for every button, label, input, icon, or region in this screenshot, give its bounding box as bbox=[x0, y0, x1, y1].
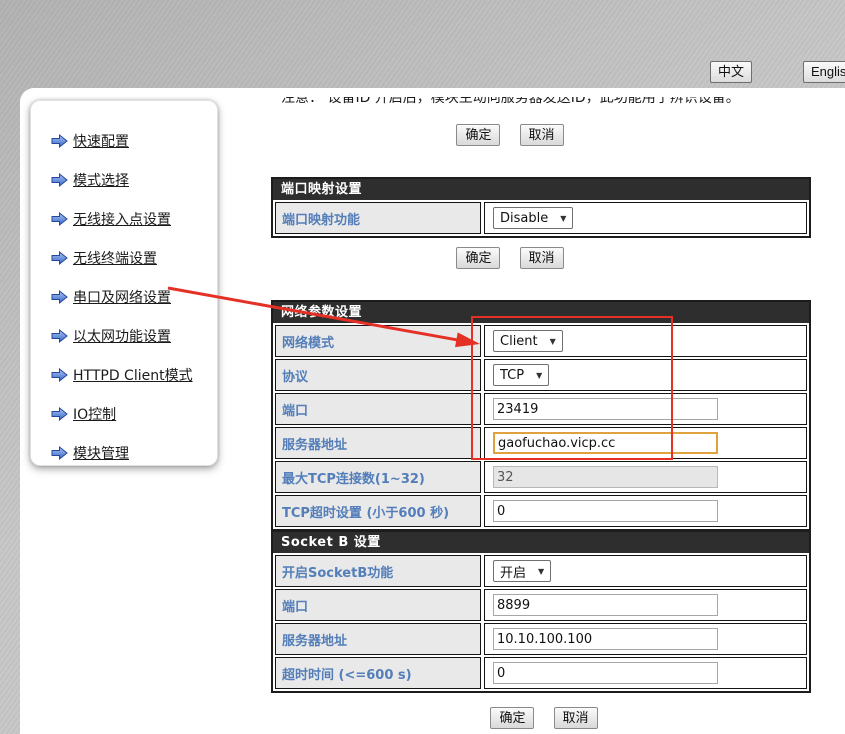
cancel-button[interactable]: 取消 bbox=[554, 707, 598, 729]
sidebar-item-wireless-ap[interactable]: 无线接入点设置 bbox=[51, 199, 217, 238]
blue-arrow-icon bbox=[51, 251, 68, 265]
cancel-button[interactable]: 取消 bbox=[520, 124, 564, 146]
table-row: 超时时间 (<=600 s) bbox=[275, 657, 807, 689]
blue-arrow-icon bbox=[51, 407, 68, 421]
blue-arrow-icon bbox=[51, 368, 68, 382]
note-text: 注意： 设备ID 开启后，模块主动向服务器发送ID，此功能用于辨识设备。 bbox=[281, 97, 751, 108]
table-row: 端口 bbox=[275, 589, 807, 621]
sidebar-item-wireless-sta[interactable]: 无线终端设置 bbox=[51, 238, 217, 277]
text-input[interactable] bbox=[493, 594, 718, 616]
sidebar-item-label: IO控制 bbox=[73, 404, 116, 424]
field-value-cell: Disable ▼ bbox=[484, 202, 807, 234]
table-row: 开启SocketB功能开启 ▼ bbox=[275, 555, 807, 587]
sidebar-item-mode-select[interactable]: 模式选择 bbox=[51, 160, 217, 199]
socket-b-table: Socket B 设置 开启SocketB功能开启 ▼ 端口服务器地址超时时间 (<… bbox=[271, 530, 811, 693]
field-label: 端口映射功能 bbox=[275, 202, 481, 234]
text-input[interactable] bbox=[493, 662, 718, 684]
sidebar-item-httpd-client[interactable]: HTTPD Client模式 bbox=[51, 355, 217, 394]
text-input[interactable] bbox=[493, 466, 718, 488]
network-params-table-title: 网络参数设置 bbox=[273, 302, 809, 323]
dropdown-select[interactable]: 开启 ▼ bbox=[493, 560, 551, 582]
sidebar-item-label: 串口及网络设置 bbox=[73, 287, 171, 307]
sidebar-item-io-control[interactable]: IO控制 bbox=[51, 394, 217, 433]
ok-button[interactable]: 确定 bbox=[456, 247, 500, 269]
sidebar-item-label: 以太网功能设置 bbox=[73, 326, 171, 346]
field-label: 协议 bbox=[275, 359, 481, 391]
field-label: 开启SocketB功能 bbox=[275, 555, 481, 587]
blue-arrow-icon bbox=[51, 446, 68, 460]
dropdown-selected-value: TCP bbox=[500, 368, 524, 383]
field-value-cell bbox=[484, 657, 807, 689]
dropdown-arrow-icon: ▼ bbox=[538, 567, 544, 576]
dropdown-selected-value: Disable bbox=[500, 211, 548, 226]
blue-arrow-icon bbox=[51, 134, 68, 148]
field-label: TCP超时设置 (小于600 秒) bbox=[275, 495, 481, 527]
sidebar-item-label: 模式选择 bbox=[73, 170, 129, 190]
cancel-button[interactable]: 取消 bbox=[520, 247, 564, 269]
field-label: 最大TCP连接数(1~32) bbox=[275, 461, 481, 493]
field-value-cell bbox=[484, 393, 807, 425]
dropdown-selected-value: 开启 bbox=[500, 562, 526, 581]
table-row: 端口 bbox=[275, 393, 807, 425]
table-row: 协议 TCP ▼ bbox=[275, 359, 807, 391]
field-label: 网络模式 bbox=[275, 325, 481, 357]
field-value-cell: 开启 ▼ bbox=[484, 555, 807, 587]
blue-arrow-icon bbox=[51, 173, 68, 187]
sidebar-item-module-manage[interactable]: 模块管理 bbox=[51, 433, 217, 472]
field-label: 端口 bbox=[275, 589, 481, 621]
network-params-table: 网络参数设置 网络模式 Client ▼ 协议 TCP ▼ 端口服务器地址最大TCP连接数(… bbox=[271, 300, 811, 531]
field-value-cell bbox=[484, 589, 807, 621]
sidebar-nav: 快速配置模式选择无线接入点设置无线终端设置串口及网络设置以太网功能设置 HTTPD… bbox=[30, 100, 218, 466]
table-row: 网络模式 Client ▼ bbox=[275, 325, 807, 357]
sidebar-item-label: HTTPD Client模式 bbox=[73, 365, 193, 385]
table-row: 最大TCP连接数(1~32) bbox=[275, 461, 807, 493]
port-mapping-table-title: 端口映射设置 bbox=[273, 179, 809, 200]
field-value-cell: Client ▼ bbox=[484, 325, 807, 357]
sidebar-item-label: 无线接入点设置 bbox=[73, 209, 171, 229]
text-input[interactable] bbox=[493, 500, 718, 522]
field-label: 服务器地址 bbox=[275, 623, 481, 655]
sidebar-item-uart-network[interactable]: 串口及网络设置 bbox=[51, 277, 217, 316]
blue-arrow-icon bbox=[51, 329, 68, 343]
ok-button[interactable]: 确定 bbox=[456, 124, 500, 146]
dropdown-selected-value: Client bbox=[500, 334, 538, 349]
field-value-cell bbox=[484, 623, 807, 655]
dropdown-arrow-icon: ▼ bbox=[550, 337, 556, 346]
text-input[interactable] bbox=[493, 432, 718, 454]
field-value-cell bbox=[484, 461, 807, 493]
form-actions-bottom: 确定 取消 bbox=[274, 707, 814, 729]
text-input[interactable] bbox=[493, 398, 718, 420]
language-english-button[interactable]: English bbox=[803, 61, 845, 83]
dropdown-arrow-icon: ▼ bbox=[536, 371, 542, 380]
field-value-cell bbox=[484, 495, 807, 527]
dropdown-select[interactable]: Client ▼ bbox=[493, 330, 563, 352]
field-value-cell: TCP ▼ bbox=[484, 359, 807, 391]
socket-b-table-title: Socket B 设置 bbox=[273, 532, 809, 553]
dropdown-arrow-icon: ▼ bbox=[560, 214, 566, 223]
table-row: 端口映射功能 Disable ▼ bbox=[275, 202, 807, 234]
dropdown-select[interactable]: TCP ▼ bbox=[493, 364, 549, 386]
text-input[interactable] bbox=[493, 628, 718, 650]
ok-button[interactable]: 确定 bbox=[490, 707, 534, 729]
blue-arrow-icon bbox=[51, 290, 68, 304]
sidebar-item-quick-config[interactable]: 快速配置 bbox=[51, 121, 217, 160]
table-row: 服务器地址 bbox=[275, 427, 807, 459]
form-actions-top: 确定 取消 bbox=[240, 124, 780, 146]
sidebar-item-ethernet[interactable]: 以太网功能设置 bbox=[51, 316, 217, 355]
sidebar-item-label: 快速配置 bbox=[73, 131, 129, 151]
port-mapping-table: 端口映射设置 端口映射功能 Disable ▼ bbox=[271, 177, 811, 238]
field-value-cell bbox=[484, 427, 807, 459]
blue-arrow-icon bbox=[51, 212, 68, 226]
note-line-clip: 注意： 设备ID 开启后，模块主动向服务器发送ID，此功能用于辨识设备。 bbox=[281, 97, 751, 112]
form-actions-middle: 确定 取消 bbox=[240, 247, 780, 269]
dropdown-select[interactable]: Disable ▼ bbox=[493, 207, 573, 229]
field-label: 端口 bbox=[275, 393, 481, 425]
table-row: 服务器地址 bbox=[275, 623, 807, 655]
sidebar-item-label: 无线终端设置 bbox=[73, 248, 157, 268]
field-label: 超时时间 (<=600 s) bbox=[275, 657, 481, 689]
language-chinese-button[interactable]: 中文 bbox=[710, 61, 752, 83]
table-row: TCP超时设置 (小于600 秒) bbox=[275, 495, 807, 527]
sidebar-item-label: 模块管理 bbox=[73, 443, 129, 463]
field-label: 服务器地址 bbox=[275, 427, 481, 459]
